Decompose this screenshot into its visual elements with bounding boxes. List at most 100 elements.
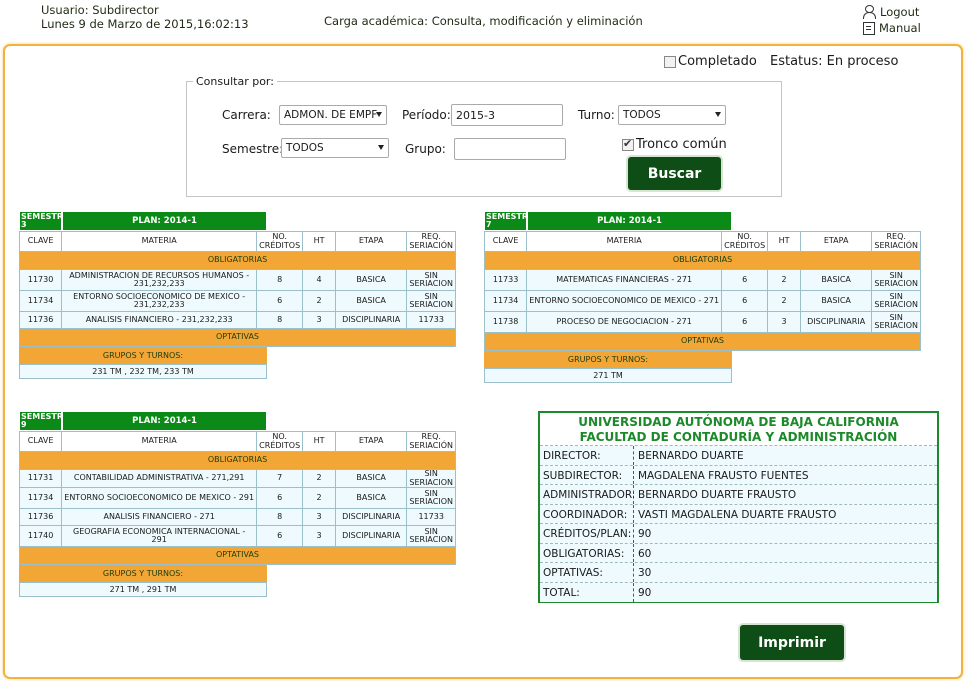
cell-materia: PROCESO DE NEGOCIACION - 271 — [526, 311, 723, 333]
table-row: 11730 ADMINISTRACION DE RECURSOS HUMANOS … — [18, 269, 456, 291]
cell-etapa: BASICA — [334, 469, 408, 488]
cell-ht: 2 — [767, 290, 801, 312]
manual-label: Manual — [879, 21, 921, 35]
info-value: BERNARDO DUARTE FRAUSTO — [634, 485, 937, 504]
info-value: BERNARDO DUARTE — [634, 446, 937, 465]
periodo-input[interactable]: 2015-3 — [451, 104, 563, 126]
cell-req: SIN SERIACION — [871, 311, 921, 333]
cell-etapa: BASICA — [334, 290, 408, 312]
semester-header: SEMESTRE: 9 PLAN: 2014-1 — [19, 411, 456, 431]
cell-req: 11733 — [406, 508, 456, 526]
cell-clave: 11736 — [18, 508, 63, 526]
semestre-select[interactable]: TODOS — [281, 138, 389, 158]
turno-select[interactable]: TODOS — [618, 105, 726, 125]
obligatorias-label: OBLIGATORIAS — [19, 451, 456, 470]
turno-value: TODOS — [623, 109, 661, 121]
buscar-button[interactable]: Buscar — [628, 157, 721, 190]
info-value: 30 — [634, 563, 937, 582]
cell-etapa: BASICA — [799, 269, 873, 291]
info-row: ADMINISTRADOR: BERNARDO DUARTE FRAUSTO — [540, 485, 937, 505]
cell-ht: 2 — [302, 290, 336, 312]
semester-number: SEMESTRE: 7 — [484, 211, 537, 231]
cell-creditos: 8 — [256, 269, 304, 291]
logout-link[interactable]: Logout — [862, 4, 921, 20]
periodo-label: Período: — [402, 108, 451, 122]
grupos-value: 231 TM , 232 TM, 233 TM — [19, 364, 267, 379]
cell-ht: 2 — [302, 487, 336, 509]
table-header-row: CLAVE MATERIA NO. CRÉDITOS HT ETAPA REQ. SERI… — [483, 231, 921, 252]
cell-etapa: BASICA — [334, 269, 408, 291]
logout-label: Logout — [880, 5, 920, 19]
chevron-down-icon — [376, 112, 382, 117]
university-name: UNIVERSIDAD AUTÓNOMA DE BAJA CALIFORNIA — [578, 415, 899, 429]
cell-req: SIN SERIACION — [406, 469, 456, 488]
cell-creditos: 8 — [256, 311, 304, 329]
cell-creditos: 6 — [256, 290, 304, 312]
optativas-row: OPTATIVAS — [19, 546, 456, 565]
cell-creditos: 8 — [256, 508, 304, 526]
current-datetime: Lunes 9 de Marzo de 2015,16:02:13 — [41, 17, 249, 31]
cell-ht: 3 — [302, 525, 336, 547]
cell-materia: ENTORNO SOCIOECONOMICO DE MEXICO - 271 — [526, 290, 723, 312]
obligatorias-row: OBLIGATORIAS — [484, 251, 921, 270]
user-name: Usuario: Subdirector — [41, 3, 159, 17]
cell-etapa: DISCIPLINARIA — [334, 508, 408, 526]
completado-control[interactable]: Completado — [664, 54, 757, 69]
info-key: SUBDIRECTOR: — [540, 465, 634, 484]
column-header-etapa: ETAPA — [799, 231, 873, 252]
table-row: 11740 GEOGRAFIA ECONOMICA INTERNACIONAL -… — [18, 525, 456, 547]
info-key: DIRECTOR: — [540, 446, 634, 465]
semester-header: SEMESTRE: 3 PLAN: 2014-1 — [19, 211, 456, 231]
grupos-header: GRUPOS Y TURNOS: — [19, 347, 267, 364]
obligatorias-label: OBLIGATORIAS — [484, 251, 921, 270]
cell-ht: 3 — [767, 311, 801, 333]
cell-clave: 11733 — [483, 269, 528, 291]
grupo-input[interactable] — [454, 138, 566, 160]
column-header-ht: HT — [302, 231, 336, 252]
info-row: OBLIGATORIAS: 60 — [540, 543, 937, 563]
grupo-label: Grupo: — [405, 142, 446, 156]
column-header-creditos: NO. CRÉDITOS — [256, 431, 304, 452]
tronco-checkbox[interactable] — [622, 137, 634, 151]
chevron-down-icon — [715, 112, 721, 117]
info-row: OPTATIVAS: 30 — [540, 563, 937, 583]
carrera-select[interactable]: ADMON. DE EMPF — [279, 105, 387, 125]
info-value: VASTI MAGDALENA DUARTE FRAUSTO — [634, 504, 937, 523]
semester-plan: PLAN: 2014-1 — [62, 411, 267, 431]
completado-checkbox[interactable] — [664, 55, 676, 68]
semester-header: SEMESTRE: 7 PLAN: 2014-1 — [484, 211, 921, 231]
cell-req: 11733 — [406, 311, 456, 329]
column-header-etapa: ETAPA — [334, 231, 408, 252]
semester-block: SEMESTRE: 3 PLAN: 2014-1 CLAVE MATERIA NO. C… — [18, 211, 456, 379]
chevron-down-icon — [378, 145, 384, 150]
obligatorias-row: OBLIGATORIAS — [19, 251, 456, 270]
optativas-label: OPTATIVAS — [484, 332, 921, 351]
tronco-control[interactable]: Tronco común — [622, 137, 727, 152]
optativas-label: OPTATIVAS — [19, 328, 456, 347]
completado-label: Completado — [678, 54, 757, 69]
cell-clave: 11734 — [18, 487, 63, 509]
table-row: 11734 ENTORNO SOCIOECONOMICO DE MEXICO - … — [18, 290, 456, 312]
table-row: 11734 ENTORNO SOCIOECONOMICO DE MEXICO - … — [18, 487, 456, 509]
table-row: 11731 CONTABILIDAD ADMINISTRATIVA - 271,2… — [18, 469, 456, 488]
manual-link[interactable]: Manual — [862, 20, 921, 36]
info-value: 60 — [634, 543, 937, 562]
cell-materia: ENTORNO SOCIOECONOMICO DE MEXICO - 231,2… — [61, 290, 258, 312]
imprimir-button[interactable]: Imprimir — [740, 625, 844, 660]
carrera-label: Carrera: — [222, 108, 271, 122]
cell-clave: 11738 — [483, 311, 528, 333]
column-header-ht: HT — [302, 431, 336, 452]
info-value: 90 — [634, 582, 937, 602]
semester-plan: PLAN: 2014-1 — [62, 211, 267, 231]
turno-label: Turno: — [578, 108, 615, 122]
cell-materia: ANALISIS FINANCIERO - 231,232,233 — [61, 311, 258, 329]
table-row: 11736 ANALISIS FINANCIERO - 271 8 3 DISCIPLI… — [18, 508, 456, 526]
cell-ht: 3 — [302, 311, 336, 329]
semester-plan: PLAN: 2014-1 — [527, 211, 732, 231]
info-key: TOTAL: — [540, 582, 634, 602]
info-row: SUBDIRECTOR: MAGDALENA FRAUSTO FUENTES — [540, 465, 937, 485]
column-header-creditos: NO. CRÉDITOS — [256, 231, 304, 252]
cell-ht: 2 — [302, 469, 336, 488]
user-info: Usuario: Subdirector Lunes 9 de Marzo de… — [41, 3, 249, 31]
cell-creditos: 6 — [721, 290, 769, 312]
